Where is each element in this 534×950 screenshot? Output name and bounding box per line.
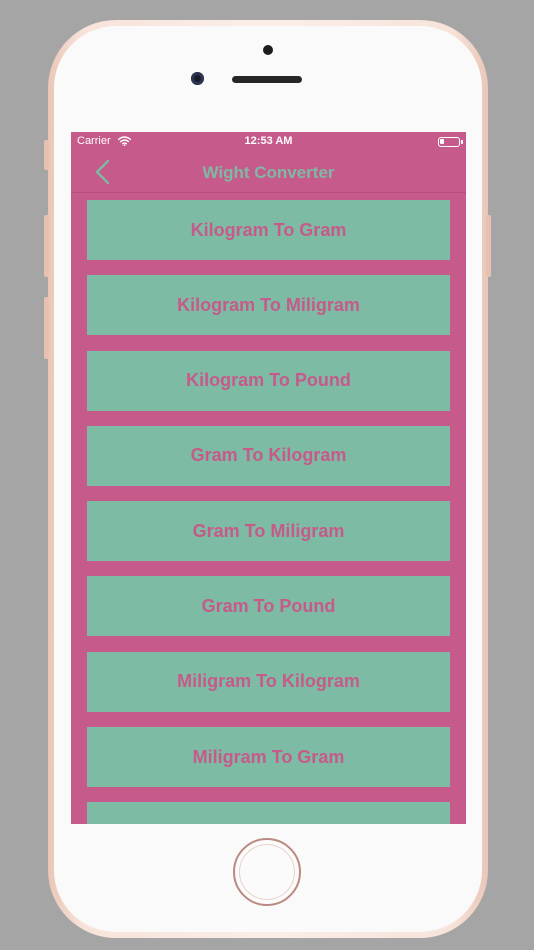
proximity-sensor bbox=[263, 45, 273, 55]
front-camera bbox=[191, 72, 204, 85]
list-item-label: Gram To Kilogram bbox=[190, 445, 347, 466]
list-item-kilogram-to-pound[interactable]: Kilogram To Pound bbox=[87, 350, 450, 411]
earpiece-speaker bbox=[232, 76, 302, 83]
list-item-label: Kilogram To Pound bbox=[186, 370, 351, 391]
status-time: 12:53 AM bbox=[244, 135, 293, 147]
list-item-kilogram-to-gram[interactable]: Kilogram To Gram bbox=[87, 200, 450, 260]
list-item-label: Miligram To Kilogram bbox=[177, 671, 360, 692]
battery-icon bbox=[438, 137, 463, 147]
list-item-gram-to-miligram[interactable]: Gram To Miligram bbox=[87, 501, 450, 562]
list-item-label: Miligram To Gram bbox=[192, 746, 345, 767]
conversion-list: Kilogram To Gram Kilogram To Miligram Ki… bbox=[87, 200, 450, 824]
list-item-kilogram-to-miligram[interactable]: Kilogram To Miligram bbox=[87, 275, 450, 336]
list-item-label: Kilogram To Miligram bbox=[177, 294, 360, 315]
list-item-miligram-to-gram[interactable]: Miligram To Gram bbox=[87, 727, 450, 788]
list-item-label: Gram To Miligram bbox=[192, 520, 345, 541]
volume-up-button bbox=[44, 215, 49, 277]
home-button[interactable] bbox=[233, 838, 301, 906]
app-screen: Carrier 12:53 AM Wight Converter Kilogra… bbox=[71, 132, 466, 824]
navigation-bar: Wight Converter bbox=[71, 152, 466, 193]
status-bar: Carrier 12:53 AM bbox=[71, 132, 466, 152]
list-item-partial[interactable] bbox=[87, 802, 450, 824]
mute-switch bbox=[44, 140, 49, 170]
list-item-gram-to-kilogram[interactable]: Gram To Kilogram bbox=[87, 425, 450, 486]
list-item-gram-to-pound[interactable]: Gram To Pound bbox=[87, 576, 450, 637]
list-item-label: Gram To Pound bbox=[201, 595, 336, 616]
power-button bbox=[486, 215, 491, 277]
list-item-label: Kilogram To Gram bbox=[190, 219, 347, 240]
volume-down-button bbox=[44, 297, 49, 359]
list-item-miligram-to-kilogram[interactable]: Miligram To Kilogram bbox=[87, 651, 450, 712]
page-title: Wight Converter bbox=[202, 163, 335, 182]
home-button-ring bbox=[239, 844, 295, 900]
